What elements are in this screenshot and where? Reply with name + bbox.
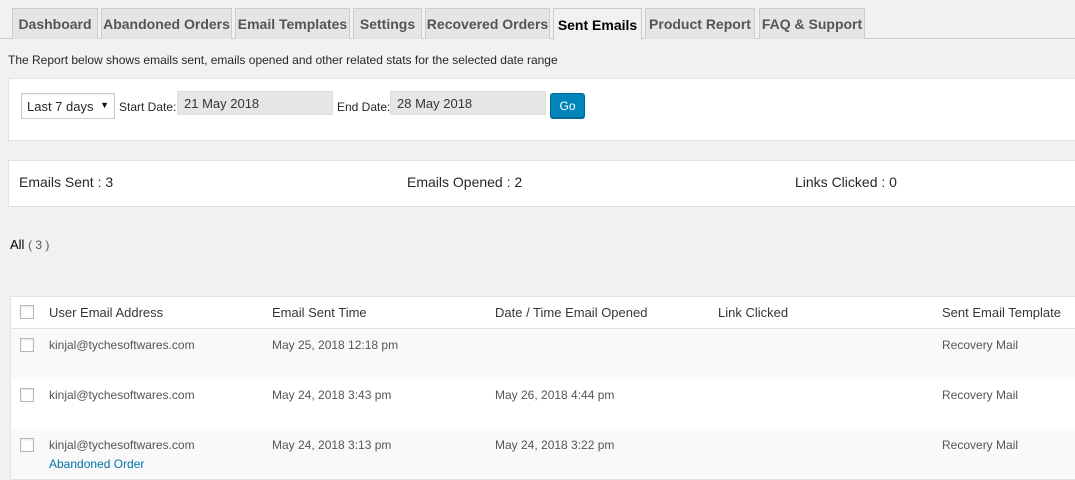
row-checkbox[interactable] [20, 388, 34, 402]
row-checkbox[interactable] [20, 338, 34, 352]
tab-product-report[interactable]: Product Report [645, 8, 755, 39]
abandoned-order-link[interactable]: Abandoned Order [49, 457, 144, 471]
stat-emails-sent-label: Emails Sent : [19, 174, 102, 190]
tab-settings[interactable]: Settings [353, 8, 422, 39]
caret-down-icon: ▼ [100, 100, 109, 110]
intro-text: The Report below shows emails sent, emai… [8, 53, 558, 67]
go-button[interactable]: Go [550, 93, 585, 118]
table-header: User Email Address Email Sent Time Date … [11, 297, 1075, 329]
date-range-select[interactable]: Last 7 days ▼ [21, 93, 115, 119]
view-filter-all[interactable]: All ( 3 ) [10, 237, 49, 252]
cell-template: Recovery Mail [942, 438, 1019, 452]
tab-faq-support[interactable]: FAQ & Support [759, 8, 865, 39]
view-filter-label: All [10, 237, 25, 252]
cell-email: kinjal@tychesoftwares.com [49, 438, 195, 452]
cell-email: kinjal@tychesoftwares.com [49, 388, 195, 402]
view-filter-count: ( 3 ) [28, 238, 50, 252]
select-all-checkbox[interactable] [20, 305, 34, 319]
col-link-clicked[interactable]: Link Clicked [718, 305, 788, 320]
end-date-label: End Date: [337, 100, 391, 114]
stat-emails-opened: Emails Opened : 2 [407, 174, 522, 190]
date-range-value: Last 7 days [27, 98, 94, 114]
stat-links-clicked-value: 0 [889, 174, 897, 190]
stat-links-clicked: Links Clicked : 0 [795, 174, 897, 190]
tab-abandoned-orders[interactable]: Abandoned Orders [101, 8, 232, 39]
row-checkbox[interactable] [20, 438, 34, 452]
col-sent-template[interactable]: Sent Email Template [942, 305, 1061, 320]
tab-dashboard[interactable]: Dashboard [12, 8, 98, 39]
cell-opened-time: May 26, 2018 4:44 pm [495, 388, 615, 402]
table-row: kinjal@tychesoftwares.com May 24, 2018 3… [11, 429, 1075, 479]
stat-links-clicked-label: Links Clicked : [795, 174, 886, 190]
col-email-sent-time[interactable]: Email Sent Time [272, 305, 367, 320]
start-date-value: 21 May 2018 [184, 95, 260, 111]
end-date-value: 28 May 2018 [397, 95, 473, 111]
cell-email: kinjal@tychesoftwares.com [49, 338, 195, 352]
cell-template: Recovery Mail [942, 388, 1019, 402]
stat-emails-sent-value: 3 [105, 174, 114, 190]
stat-emails-opened-label: Emails Opened : [407, 174, 511, 190]
nav-tabs: Dashboard Abandoned Orders Email Templat… [0, 0, 1075, 40]
cell-sent-time: May 24, 2018 3:43 pm [272, 388, 392, 402]
cell-template: Recovery Mail [942, 338, 1019, 352]
tab-recovered-orders[interactable]: Recovered Orders [425, 8, 550, 39]
stats-panel: Emails Sent : 3 Emails Opened : 2 Links … [8, 160, 1075, 207]
start-date-label: Start Date: [119, 100, 177, 114]
col-user-email[interactable]: User Email Address [49, 305, 163, 320]
table-row: kinjal@tychesoftwares.com May 25, 2018 1… [11, 329, 1075, 379]
cell-opened-time: May 24, 2018 3:22 pm [495, 438, 615, 452]
cell-sent-time: May 25, 2018 12:18 pm [272, 338, 399, 352]
stat-emails-opened-value: 2 [514, 174, 523, 190]
start-date-input[interactable]: 21 May 2018 [177, 91, 333, 115]
tab-sent-emails[interactable]: Sent Emails [553, 8, 642, 40]
cell-sent-time: May 24, 2018 3:13 pm [272, 438, 392, 452]
table-row: kinjal@tychesoftwares.com May 24, 2018 3… [11, 379, 1075, 429]
stat-emails-sent: Emails Sent : 3 [19, 174, 113, 190]
col-email-opened[interactable]: Date / Time Email Opened [495, 305, 647, 320]
tab-email-templates[interactable]: Email Templates [235, 8, 350, 39]
sent-emails-table: User Email Address Email Sent Time Date … [10, 296, 1075, 480]
end-date-input[interactable]: 28 May 2018 [390, 91, 546, 115]
date-filter-panel: Last 7 days ▼ Start Date: 21 May 2018 En… [8, 78, 1075, 141]
